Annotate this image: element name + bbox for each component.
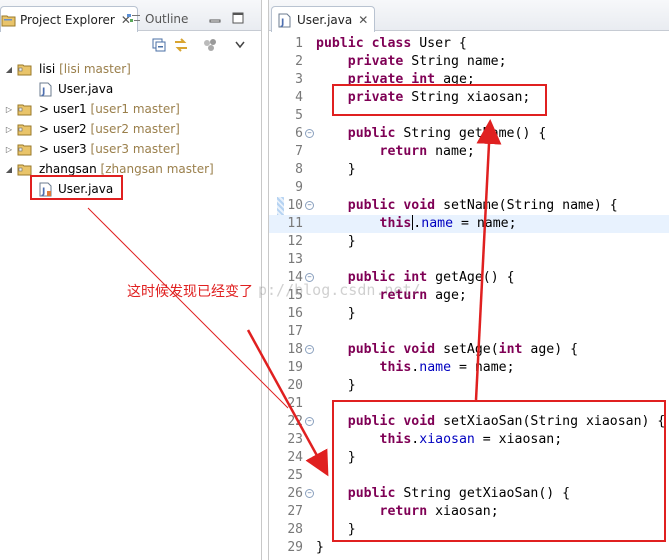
annotation-arrows — [87, 119, 502, 477]
annotation-text: 这时候发现已经变了 — [127, 284, 253, 300]
arrow-to-methods — [246, 329, 329, 477]
watermark-text: p://blog.csdn.net/ — [258, 281, 421, 299]
arrow-to-field — [474, 119, 502, 401]
arrow-thin — [87, 207, 289, 409]
